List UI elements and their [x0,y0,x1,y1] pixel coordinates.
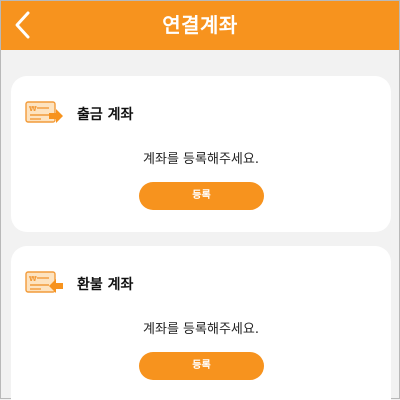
card-message: 계좌를 등록해주세요. [143,152,259,167]
card-header: ₩ 환불 계좌 [25,271,133,297]
bank-account-icon: ₩ [25,101,63,123]
card-title: 출금 계좌 [77,107,134,123]
refund-account-card: ₩ 환불 계좌 계좌를 등록해주세요. 등록 [11,246,391,400]
withdrawal-account-card: ₩ 출금 계좌 계좌를 등록해주세요. 등록 [11,76,391,232]
bank-account-icon: ₩ [25,271,63,293]
svg-text:₩: ₩ [29,105,37,113]
card-title: 환불 계좌 [77,277,134,293]
app-header: 연결계좌 [1,1,399,50]
card-message: 계좌를 등록해주세요. [143,322,259,337]
page-title: 연결계좌 [162,13,238,37]
svg-text:₩: ₩ [29,275,37,283]
register-button[interactable]: 등록 [139,352,264,380]
register-button[interactable]: 등록 [139,182,264,210]
card-header: ₩ 출금 계좌 [25,101,133,127]
